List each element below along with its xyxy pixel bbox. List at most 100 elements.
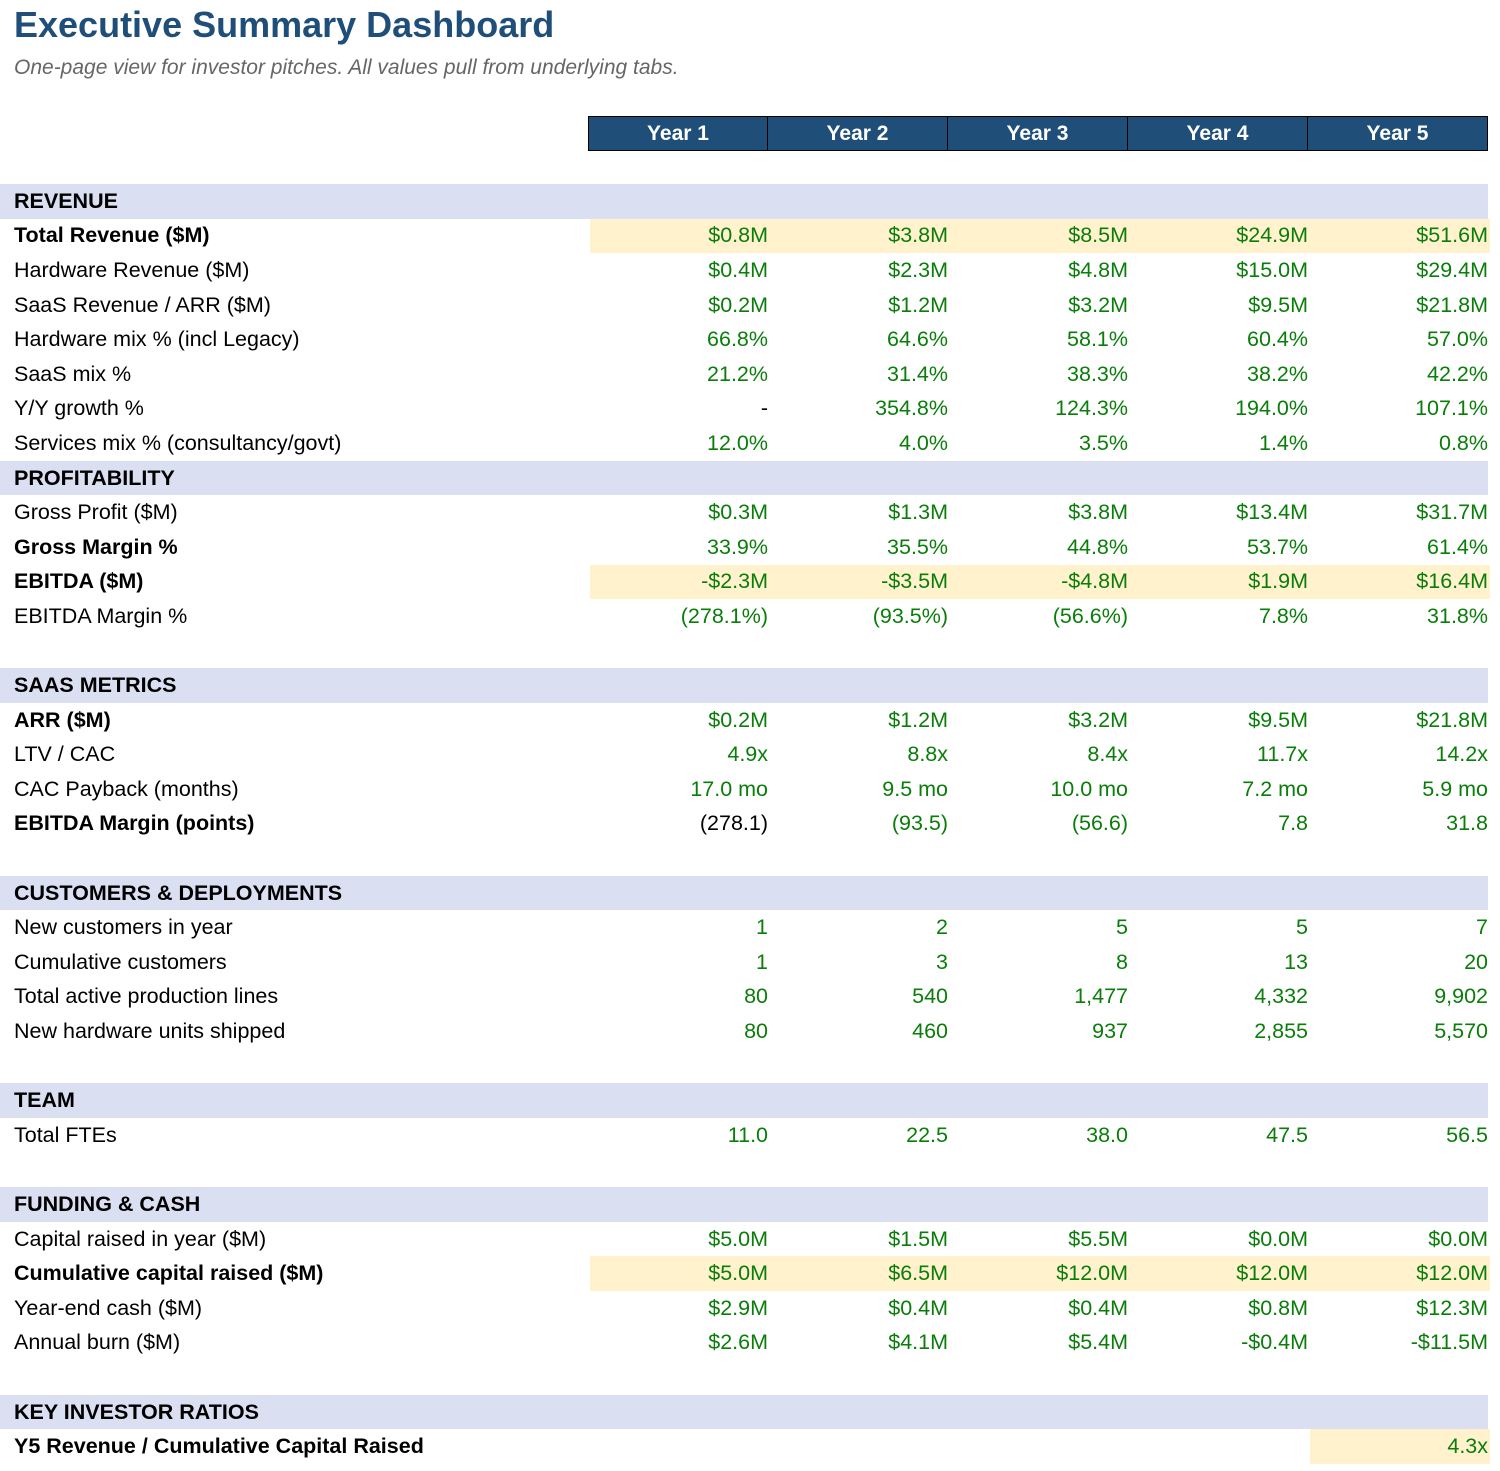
value-cell[interactable]: 57.0% bbox=[1310, 322, 1490, 357]
value-cell[interactable]: $24.9M bbox=[1130, 218, 1310, 254]
value-cell[interactable]: $3.2M bbox=[950, 703, 1130, 738]
value-cell[interactable]: 5 bbox=[950, 910, 1130, 945]
value-cell[interactable]: 31.8 bbox=[1310, 807, 1490, 842]
value-cell[interactable]: $5.0M bbox=[590, 1222, 770, 1257]
value-cell[interactable]: $2.9M bbox=[590, 1291, 770, 1326]
value-cell[interactable]: 17.0 mo bbox=[590, 772, 770, 807]
value-cell[interactable]: 38.0 bbox=[950, 1118, 1130, 1153]
year-header-cell[interactable]: Year 4 bbox=[1128, 116, 1308, 151]
value-cell[interactable]: 47.5 bbox=[1130, 1118, 1310, 1153]
value-cell[interactable]: 9.5 mo bbox=[770, 772, 950, 807]
value-cell[interactable]: 53.7% bbox=[1130, 530, 1310, 565]
value-cell[interactable]: $1.2M bbox=[770, 703, 950, 738]
value-cell[interactable]: $0.0M bbox=[1130, 1222, 1310, 1257]
value-cell[interactable]: 31.4% bbox=[770, 357, 950, 392]
year-header-cell[interactable]: Year 1 bbox=[588, 116, 768, 151]
value-cell[interactable]: $9.5M bbox=[1130, 703, 1310, 738]
value-cell[interactable] bbox=[950, 1429, 1130, 1464]
value-cell[interactable]: 80 bbox=[590, 980, 770, 1015]
value-cell[interactable]: $2.3M bbox=[770, 253, 950, 288]
value-cell[interactable]: 7.2 mo bbox=[1130, 772, 1310, 807]
value-cell[interactable]: $3.8M bbox=[770, 218, 950, 254]
value-cell[interactable]: 7 bbox=[1310, 910, 1490, 945]
value-cell[interactable]: $0.3M bbox=[590, 495, 770, 530]
value-cell[interactable]: 4,332 bbox=[1130, 980, 1310, 1015]
value-cell[interactable]: (93.5%) bbox=[770, 599, 950, 634]
value-cell[interactable]: 44.8% bbox=[950, 530, 1130, 565]
value-cell[interactable]: $5.5M bbox=[950, 1222, 1130, 1257]
value-cell[interactable]: 8 bbox=[950, 945, 1130, 980]
value-cell[interactable] bbox=[1130, 1429, 1310, 1464]
value-cell[interactable]: 12.0% bbox=[590, 426, 770, 461]
value-cell[interactable]: 22.5 bbox=[770, 1118, 950, 1153]
value-cell[interactable]: 1.4% bbox=[1130, 426, 1310, 461]
value-cell[interactable]: 38.3% bbox=[950, 357, 1130, 392]
value-cell[interactable]: 13 bbox=[1130, 945, 1310, 980]
value-cell[interactable]: 11.7x bbox=[1130, 738, 1310, 773]
value-cell[interactable]: 64.6% bbox=[770, 322, 950, 357]
value-cell[interactable]: -$11.5M bbox=[1310, 1326, 1490, 1361]
value-cell[interactable]: $12.0M bbox=[1310, 1256, 1490, 1291]
value-cell[interactable]: 354.8% bbox=[770, 392, 950, 427]
value-cell[interactable]: (93.5) bbox=[770, 807, 950, 842]
value-cell[interactable]: 10.0 mo bbox=[950, 772, 1130, 807]
value-cell[interactable]: $12.0M bbox=[950, 1256, 1130, 1291]
value-cell[interactable]: 460 bbox=[770, 1014, 950, 1049]
value-cell[interactable]: (56.6) bbox=[950, 807, 1130, 842]
value-cell[interactable]: 7.8 bbox=[1130, 807, 1310, 842]
value-cell[interactable]: $3.8M bbox=[950, 495, 1130, 530]
value-cell[interactable]: 20 bbox=[1310, 945, 1490, 980]
value-cell[interactable]: 7.8% bbox=[1130, 599, 1310, 634]
value-cell[interactable]: $9.5M bbox=[1130, 288, 1310, 323]
year-header-cell[interactable]: Year 3 bbox=[948, 116, 1128, 151]
value-cell[interactable]: 0.8% bbox=[1310, 426, 1490, 461]
value-cell[interactable]: 3 bbox=[770, 945, 950, 980]
value-cell[interactable]: 42.2% bbox=[1310, 357, 1490, 392]
year-header-cell[interactable]: Year 2 bbox=[768, 116, 948, 151]
value-cell[interactable]: $0.4M bbox=[590, 253, 770, 288]
value-cell[interactable]: $1.2M bbox=[770, 288, 950, 323]
value-cell[interactable]: 9,902 bbox=[1310, 980, 1490, 1015]
value-cell[interactable]: $12.0M bbox=[1130, 1256, 1310, 1291]
value-cell[interactable]: -$0.4M bbox=[1130, 1326, 1310, 1361]
value-cell[interactable]: $31.7M bbox=[1310, 495, 1490, 530]
value-cell[interactable]: 56.5 bbox=[1310, 1118, 1490, 1153]
value-cell[interactable]: $8.5M bbox=[950, 218, 1130, 254]
value-cell[interactable]: 33.9% bbox=[590, 530, 770, 565]
value-cell[interactable]: - bbox=[590, 392, 770, 427]
value-cell[interactable]: 61.4% bbox=[1310, 530, 1490, 565]
value-cell[interactable]: $21.8M bbox=[1310, 703, 1490, 738]
value-cell[interactable]: $5.4M bbox=[950, 1326, 1130, 1361]
value-cell[interactable]: 5.9 mo bbox=[1310, 772, 1490, 807]
value-cell[interactable]: $0.4M bbox=[770, 1291, 950, 1326]
value-cell[interactable]: -$3.5M bbox=[770, 564, 950, 600]
value-cell[interactable]: $0.2M bbox=[590, 288, 770, 323]
value-cell[interactable]: $1.5M bbox=[770, 1222, 950, 1257]
value-cell[interactable]: $1.9M bbox=[1130, 564, 1310, 600]
value-cell[interactable]: 2 bbox=[770, 910, 950, 945]
value-cell[interactable]: 124.3% bbox=[950, 392, 1130, 427]
value-cell[interactable]: 35.5% bbox=[770, 530, 950, 565]
value-cell[interactable]: 38.2% bbox=[1130, 357, 1310, 392]
value-cell[interactable]: $2.6M bbox=[590, 1326, 770, 1361]
value-cell[interactable]: 66.8% bbox=[590, 322, 770, 357]
value-cell[interactable]: 3.5% bbox=[950, 426, 1130, 461]
value-cell[interactable]: 194.0% bbox=[1130, 392, 1310, 427]
value-cell[interactable]: 11.0 bbox=[590, 1118, 770, 1153]
value-cell[interactable]: 14.2x bbox=[1310, 738, 1490, 773]
value-cell[interactable]: 21.2% bbox=[590, 357, 770, 392]
value-cell[interactable] bbox=[590, 1429, 770, 1464]
value-cell[interactable]: 2,855 bbox=[1130, 1014, 1310, 1049]
value-cell[interactable]: $16.4M bbox=[1310, 564, 1490, 600]
value-cell[interactable]: (278.1%) bbox=[590, 599, 770, 634]
value-cell[interactable]: 540 bbox=[770, 980, 950, 1015]
value-cell[interactable]: 4.3x bbox=[1310, 1429, 1490, 1464]
value-cell[interactable]: 8.8x bbox=[770, 738, 950, 773]
value-cell[interactable]: $1.3M bbox=[770, 495, 950, 530]
value-cell[interactable]: 4.9x bbox=[590, 738, 770, 773]
value-cell[interactable]: 1 bbox=[590, 910, 770, 945]
value-cell[interactable]: $12.3M bbox=[1310, 1291, 1490, 1326]
value-cell[interactable]: $0.4M bbox=[950, 1291, 1130, 1326]
value-cell[interactable]: 937 bbox=[950, 1014, 1130, 1049]
value-cell[interactable] bbox=[770, 1429, 950, 1464]
